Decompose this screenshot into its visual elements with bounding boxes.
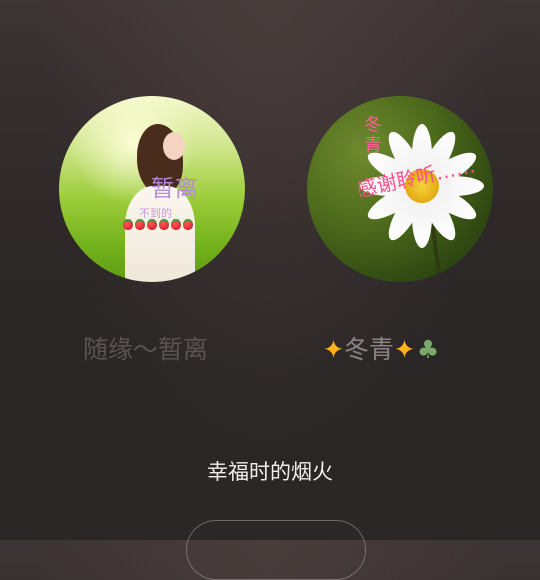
- sparkle-icon: ✦: [323, 335, 344, 364]
- strawberry-icon: [123, 219, 133, 230]
- avatar-overlay-name: 暂离: [151, 176, 199, 202]
- user-name-text: 冬青: [343, 335, 394, 364]
- strawberry-icon: [159, 219, 169, 230]
- strawberry-icon: [147, 219, 157, 230]
- avatar-user-right[interactable]: 冬青 感谢聆听……: [307, 96, 493, 282]
- song-title: 幸福时的烟火: [207, 460, 333, 484]
- strawberry-icon: [183, 219, 193, 230]
- user-name-left[interactable]: 随缘～暂离: [83, 330, 208, 370]
- sparkle-icon: ✦: [393, 335, 415, 364]
- strawberry-row: [123, 219, 193, 230]
- strawberry-icon: [171, 219, 181, 230]
- avatar-overlay-title: 冬青: [364, 115, 382, 156]
- girl-face: [163, 132, 185, 160]
- bottom-action-button[interactable]: [186, 520, 366, 580]
- strawberry-icon: [135, 219, 145, 230]
- avatar-user-left[interactable]: 暂离 不到的: [59, 96, 245, 282]
- user-name-right[interactable]: ✦ 冬青 ✦ ♣: [323, 330, 439, 370]
- clover-icon: ♣: [416, 335, 440, 364]
